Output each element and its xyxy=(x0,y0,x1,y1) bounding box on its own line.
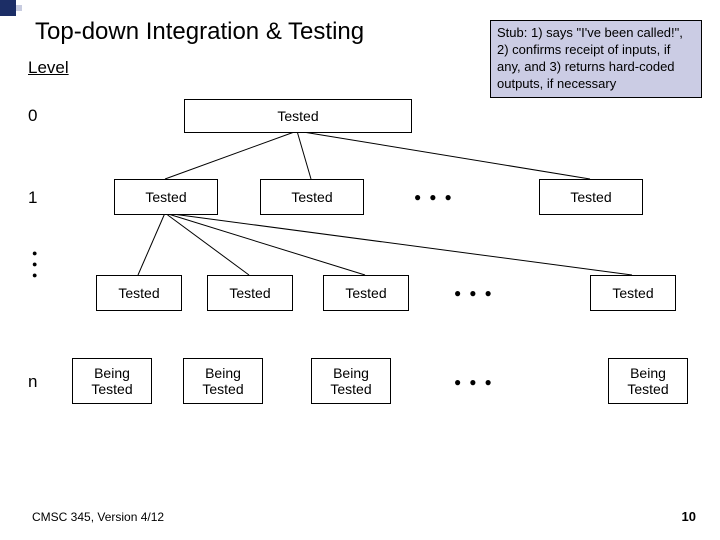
level-n-label: n xyxy=(28,372,37,392)
hdots-l2: ●●● xyxy=(454,286,500,300)
node-root: Tested xyxy=(184,99,412,133)
node-l2-a: Tested xyxy=(96,275,182,311)
node-l2-b: Tested xyxy=(207,275,293,311)
node-l1-a: Tested xyxy=(114,179,218,215)
node-l1-b: Tested xyxy=(260,179,364,215)
node-ln-a: Being Tested xyxy=(72,358,152,404)
stub-callout: Stub: 1) says "I've been called!", 2) co… xyxy=(490,20,702,98)
level-0-label: 0 xyxy=(28,106,37,126)
node-ln-c: Being Tested xyxy=(311,358,391,404)
node-ln-b: Being Tested xyxy=(183,358,263,404)
node-l1-c: Tested xyxy=(539,179,643,215)
hdots-l1: ●●● xyxy=(414,190,460,204)
node-l2-d: Tested xyxy=(590,275,676,311)
slide-title: Top-down Integration & Testing xyxy=(35,18,364,46)
hdots-ln: ●●● xyxy=(454,375,500,389)
slide-number: 10 xyxy=(682,509,696,524)
level-vdots: ●●● xyxy=(32,248,37,281)
node-l2-c: Tested xyxy=(323,275,409,311)
node-ln-d: Being Tested xyxy=(608,358,688,404)
level-1-label: 1 xyxy=(28,188,37,208)
level-heading: Level xyxy=(28,58,69,78)
footer-course: CMSC 345, Version 4/12 xyxy=(32,510,164,524)
slide-accent xyxy=(0,0,16,16)
